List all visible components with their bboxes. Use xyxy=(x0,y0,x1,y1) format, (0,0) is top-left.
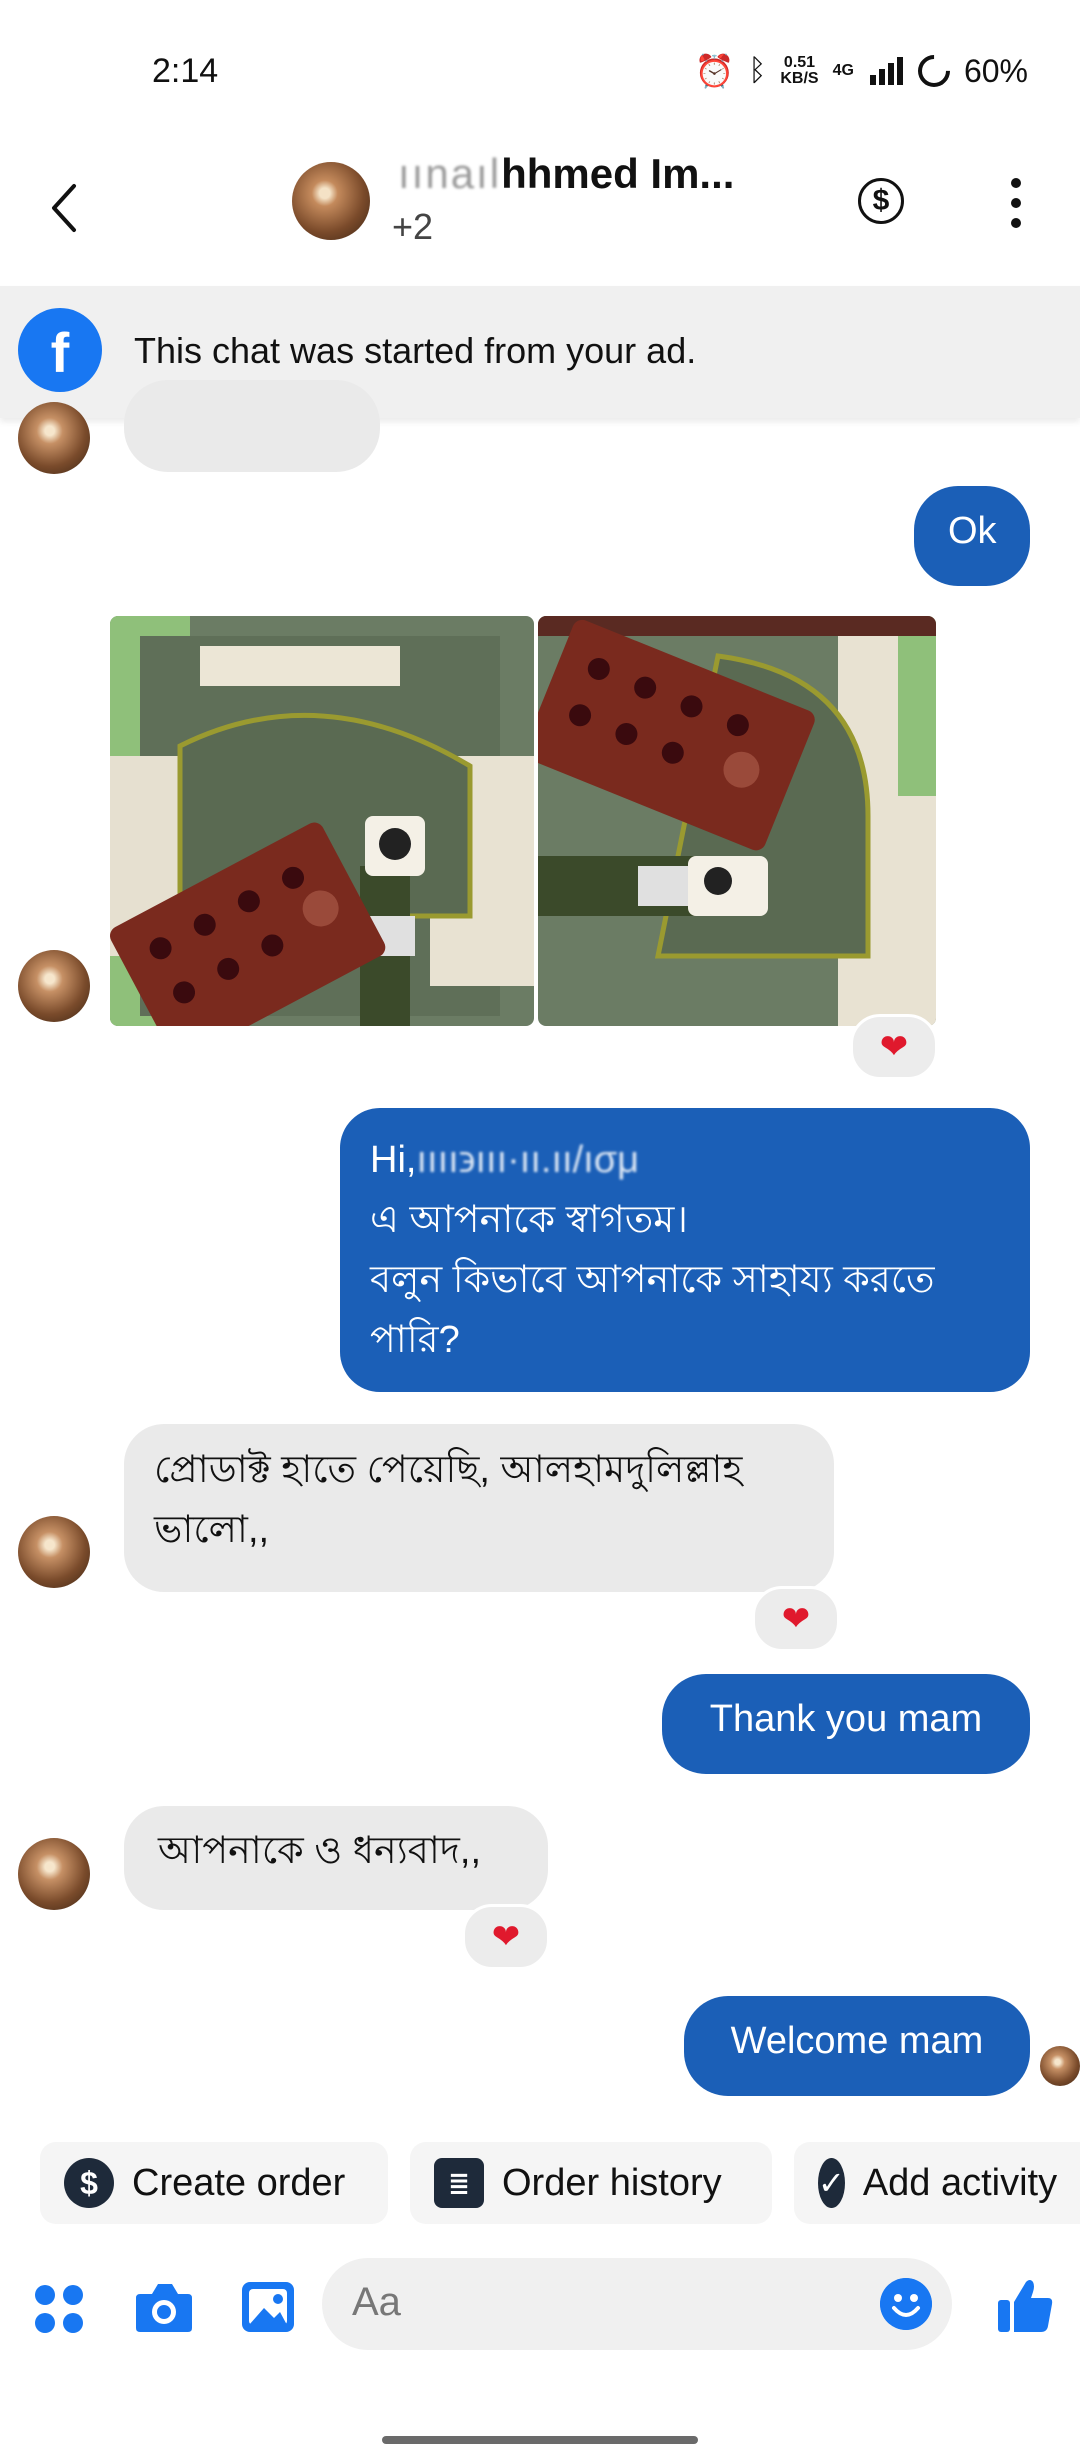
sender-avatar xyxy=(18,1838,90,1910)
more-options-icon[interactable] xyxy=(1008,178,1024,228)
dollar-icon: $ xyxy=(64,2158,114,2208)
heart-reaction[interactable]: ❤ xyxy=(462,1904,550,1970)
participant-count: +2 xyxy=(392,206,434,247)
network-speed: 0.51 KB/S xyxy=(780,54,819,87)
payment-icon[interactable]: $ xyxy=(858,178,904,224)
contact-name[interactable]: ıınaılhhmed Im... xyxy=(398,150,734,198)
check-icon: ✓ xyxy=(818,2158,845,2208)
create-order-button[interactable]: $ Create order xyxy=(40,2142,388,2224)
message-bubble-partial xyxy=(124,380,380,472)
sender-avatar xyxy=(18,950,90,1022)
greeting-line-4: পারি? xyxy=(370,1319,460,1361)
home-indicator[interactable] xyxy=(382,2436,698,2444)
message-thank-you[interactable]: Thank you mam xyxy=(662,1674,1030,1774)
apps-icon[interactable] xyxy=(34,2284,84,2334)
message-welcome[interactable]: Welcome mam xyxy=(684,1996,1030,2096)
seen-avatar xyxy=(1040,2046,1080,2086)
message-thanks-back[interactable]: আপনাকে ও ধন্যবাদ,, xyxy=(124,1806,548,1910)
chat-header: ıınaılhhmed Im... +2 $ xyxy=(0,150,1080,285)
signal-icon xyxy=(869,57,903,85)
greeting-line-1: Hi,ıııı϶ııı·ıı.ıı/ıσμ xyxy=(370,1139,640,1181)
message-list[interactable]: Ok ❤ Hi,ıııı϶ııı·ıı.ıı/ıσμ এ আপনাকে স্বা… xyxy=(0,380,1080,2120)
message-received-product[interactable]: প্রোডাক্ট হাতে পেয়েছি, আলহামদুলিল্লাহ ভ… xyxy=(124,1424,834,1592)
product-photo-1[interactable] xyxy=(110,616,534,1026)
network-type: 4G xyxy=(832,62,854,79)
message-ok[interactable]: Ok xyxy=(914,486,1030,586)
status-bar: 2:14 ⏰ ᛒ 0.51 KB/S 4G 60% xyxy=(0,0,1080,150)
greeting-line-2: এ আপনাকে স্বাগতম। xyxy=(370,1199,688,1241)
battery-percent: 60% xyxy=(963,52,1028,89)
message-greeting[interactable]: Hi,ıııı϶ııı·ıı.ıı/ıσμ এ আপনাকে স্বাগতম। … xyxy=(340,1108,1030,1392)
back-icon[interactable] xyxy=(44,178,84,238)
facebook-icon: f xyxy=(18,308,102,392)
emoji-icon[interactable] xyxy=(880,2278,932,2330)
gallery-icon[interactable] xyxy=(240,2280,296,2334)
contact-avatar[interactable] xyxy=(292,162,370,240)
status-time: 2:14 xyxy=(152,52,219,90)
bluetooth-icon: ᛒ xyxy=(748,54,767,87)
alarm-icon: ⏰ xyxy=(694,53,735,89)
message-input[interactable]: Aa xyxy=(322,2258,952,2350)
sender-avatar xyxy=(18,1516,90,1588)
banner-text: This chat was started from your ad. xyxy=(134,330,697,371)
heart-reaction[interactable]: ❤ xyxy=(752,1586,840,1652)
message-placeholder: Aa xyxy=(352,2280,401,2324)
sender-avatar xyxy=(18,402,90,474)
thumbs-up-icon[interactable] xyxy=(996,2276,1054,2334)
add-activity-button[interactable]: ✓ Add activity xyxy=(794,2142,1080,2224)
order-history-button[interactable]: ≣ Order history xyxy=(410,2142,772,2224)
composer-bar: Aa xyxy=(0,2258,1080,2368)
status-icons: ⏰ ᛒ 0.51 KB/S 4G 60% xyxy=(694,48,1028,94)
list-icon: ≣ xyxy=(434,2158,484,2208)
product-photo-2[interactable] xyxy=(538,616,936,1026)
camera-icon[interactable] xyxy=(134,2280,194,2334)
greeting-line-3: বলুন কিভাবে আপনাকে সাহায্য করতে xyxy=(370,1259,935,1301)
battery-icon xyxy=(911,48,957,94)
heart-reaction[interactable]: ❤ xyxy=(850,1014,938,1080)
